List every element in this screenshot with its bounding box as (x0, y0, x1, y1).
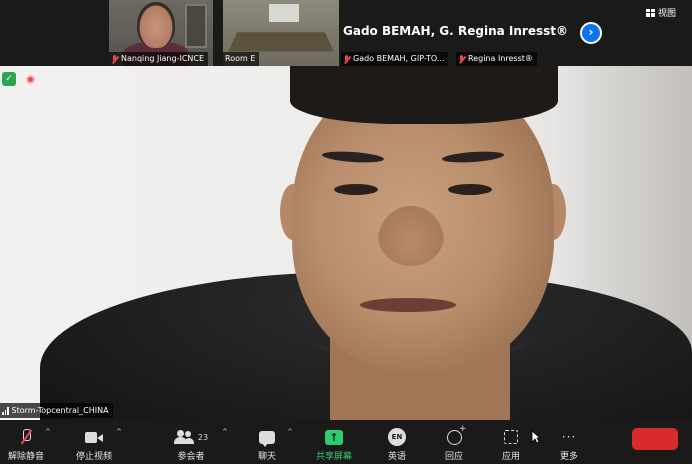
language-icon: EN (388, 428, 406, 446)
apps-button[interactable]: 应用 (498, 424, 524, 462)
participant-name-tag: Gado BEMAH, GIP-TO... (341, 52, 449, 66)
participant-name-tag: Nanqing Jiang-ICNCE (109, 52, 209, 66)
gallery-strip: Nanqing Jiang-ICNCE Room E Gado BEMAH, G… (0, 0, 692, 66)
speaker-nose (378, 206, 444, 266)
participant-display-name: Regina Inresst® ⬚ (458, 24, 570, 38)
end-meeting-button[interactable] (632, 428, 678, 450)
security-shield-icon[interactable]: ✓ (2, 72, 16, 86)
view-button[interactable]: 视图 (646, 6, 676, 19)
interpretation-label: 英语 (387, 452, 406, 462)
participant-display-name: Gado BEMAH, G... (343, 24, 455, 38)
mouse-cursor-icon (531, 430, 541, 444)
reactions-button[interactable]: 回应 (441, 424, 467, 463)
mic-muted-icon (20, 429, 32, 445)
apps-label: 应用 (501, 452, 520, 462)
recording-indicator-icon[interactable] (26, 75, 35, 84)
participant-thumbnail[interactable]: Regina Inresst® ⬚ Regina Inresst® (456, 0, 570, 66)
mic-muted-icon (343, 54, 350, 64)
unmute-label: 解除静音 (7, 452, 44, 462)
more-button[interactable]: ··· 更多 (556, 424, 582, 462)
participants-label: 参会者 (177, 452, 205, 462)
apps-icon (504, 430, 518, 444)
participants-options-caret[interactable]: ^ (222, 428, 228, 436)
chat-icon (259, 430, 275, 447)
speaker-eye (334, 184, 378, 195)
speaker-name-tag: Storm-Topcentral_CHINA (0, 403, 113, 418)
speaker-mouth (360, 298, 456, 312)
chat-label: 聊天 (257, 452, 276, 462)
speaker-hair (290, 66, 558, 124)
camera-icon (85, 431, 103, 443)
view-label: 视图 (658, 9, 677, 19)
participant-name: Regina Inresst® (468, 54, 533, 63)
more-options-icon: ··· (561, 430, 577, 444)
participants-button[interactable]: 23 参会者 (166, 424, 216, 462)
thumbnail-room-screen (269, 4, 299, 22)
speaker-eye (448, 184, 492, 195)
reaction-icon (446, 424, 466, 445)
participant-thumbnail[interactable]: Nanqing Jiang-ICNCE (109, 0, 213, 66)
chat-button[interactable]: 聊天 (254, 424, 280, 462)
participant-name-tag: Room E (223, 52, 260, 66)
participant-name: Gado BEMAH, GIP-TO... (353, 54, 445, 63)
share-screen-icon: ↑ (325, 429, 343, 445)
grid-view-icon (646, 8, 655, 17)
stop-video-label: 停止视频 (75, 452, 112, 462)
video-options-caret[interactable]: ^ (116, 428, 122, 436)
participant-name: Nanqing Jiang-ICNCE (121, 54, 205, 63)
meeting-toolbar: 解除静音 ^ 停止视频 ^ 23 参会者 ^ 聊天 ^ ↑ 共享屏幕 EN 英语 (0, 420, 692, 464)
chevron-right-icon: › (588, 25, 594, 39)
share-screen-label: 共享屏幕 (315, 452, 352, 462)
share-screen-button[interactable]: ↑ 共享屏幕 (314, 424, 354, 462)
chat-options-caret[interactable]: ^ (287, 428, 293, 436)
participant-count: 23 (197, 432, 209, 442)
interpretation-button[interactable]: EN 英语 (384, 424, 410, 462)
signal-bars-icon (2, 406, 9, 415)
next-page-button[interactable]: › (580, 22, 602, 44)
audio-options-caret[interactable]: ^ (45, 428, 51, 436)
reactions-label: 回应 (444, 452, 463, 462)
active-speaker-video[interactable]: ✓ (0, 66, 692, 420)
thumbnail-face (137, 2, 175, 48)
unmute-button[interactable]: 解除静音 (6, 424, 46, 462)
participant-thumbnail[interactable]: Gado BEMAH, G... Gado BEMAH, GIP-TO... (341, 0, 455, 66)
participants-icon (173, 430, 194, 444)
mic-muted-icon (458, 54, 465, 64)
stop-video-button[interactable]: 停止视频 (72, 424, 116, 462)
participant-thumbnail[interactable]: Room E (223, 0, 339, 66)
participant-name: Room E (225, 54, 256, 63)
thumbnail-room-table (228, 32, 334, 52)
participant-name-tag: Regina Inresst® (456, 52, 537, 66)
mic-muted-icon (111, 54, 118, 64)
speaker-name: Storm-Topcentral_CHINA (11, 406, 109, 415)
checkmark-icon: ✓ (5, 74, 13, 84)
thumbnail-background (185, 4, 207, 48)
more-label: 更多 (559, 452, 578, 462)
